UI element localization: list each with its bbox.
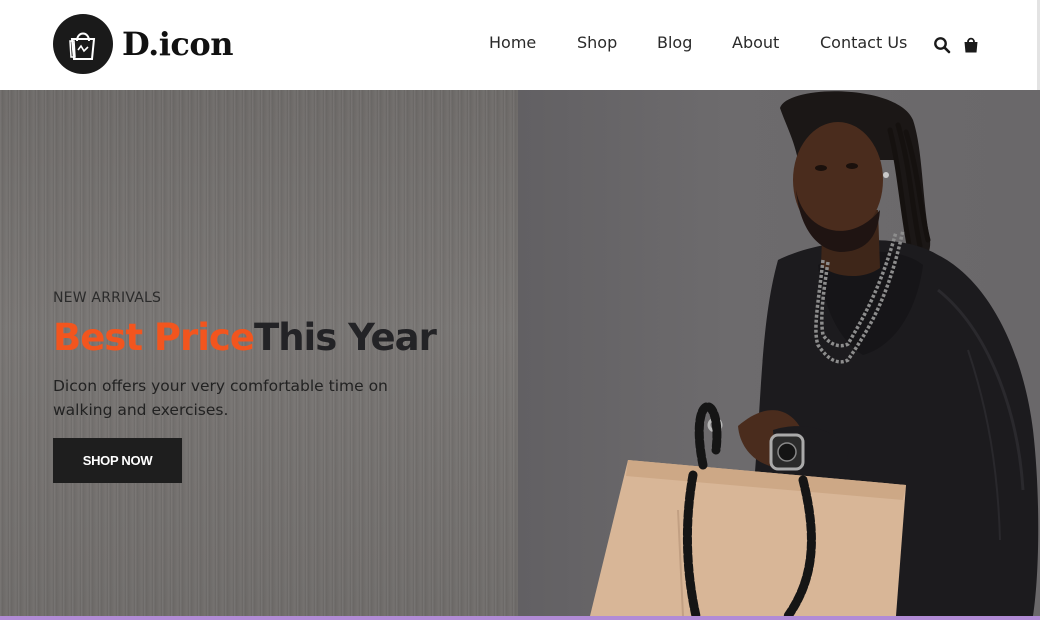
hero-image bbox=[518, 90, 1040, 616]
headline-accent-text: Best Price bbox=[53, 316, 255, 359]
headline-rest-text: This Year bbox=[253, 316, 437, 359]
search-icon[interactable] bbox=[933, 36, 951, 54]
nav-blog-link[interactable]: Blog bbox=[657, 33, 692, 52]
hero-description: Dicon offers your very comfortable time … bbox=[53, 377, 388, 419]
nav-home-link[interactable]: Home bbox=[489, 33, 536, 52]
bottom-scroll-strip bbox=[0, 616, 1040, 620]
shop-now-button[interactable]: SHOP NOW bbox=[53, 438, 182, 483]
hero-banner: NEW ARRIVALS Best PriceThis Year Dicon o… bbox=[0, 90, 1040, 616]
hero-kicker: NEW ARRIVALS bbox=[53, 290, 162, 306]
main-nav: Home Shop Blog About Contact Us bbox=[0, 33, 1040, 57]
nav-contact-link[interactable]: Contact Us bbox=[820, 33, 907, 52]
nav-about-link[interactable]: About bbox=[732, 33, 779, 52]
cart-bag-icon[interactable] bbox=[962, 36, 980, 54]
hero-headline: Best PriceThis Year bbox=[53, 316, 437, 359]
site-header: D.icon Home Shop Blog About Contact Us bbox=[0, 0, 1040, 90]
nav-shop-link[interactable]: Shop bbox=[577, 33, 617, 52]
